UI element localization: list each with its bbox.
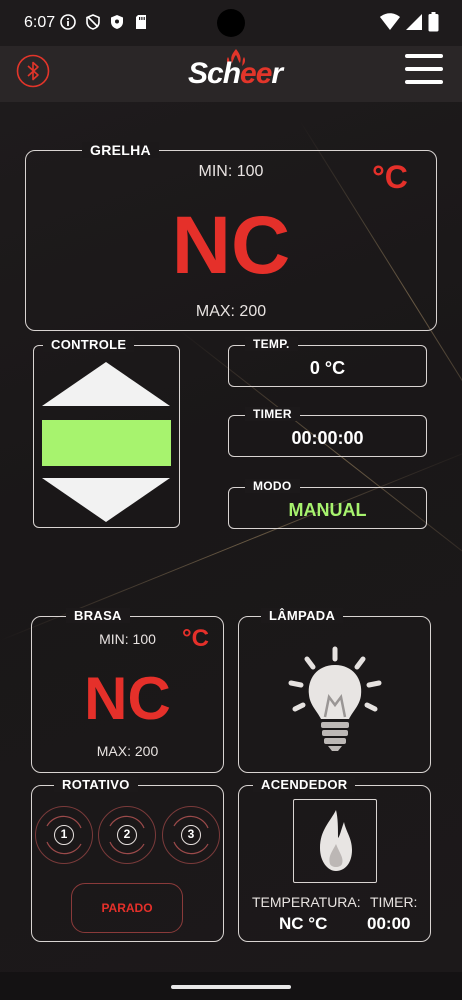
rotativo-panel: ROTATIVO 1 2 3 PARADO [31, 777, 224, 942]
grelha-title: GRELHA [82, 142, 159, 158]
controle-panel: CONTROLE [33, 337, 180, 528]
acendedor-panel: ACENDEDOR TEMPERATURA: TIMER: NC °C 00:0… [238, 777, 431, 942]
modo-box[interactable]: MODO MANUAL [228, 479, 427, 529]
acendedor-timer-value: 00:00 [367, 914, 411, 933]
grelha-value: NC [171, 200, 291, 291]
modo-title: MODO [245, 479, 300, 493]
acendedor-title: ACENDEDOR [253, 777, 356, 792]
speed-3-label: 3 [181, 825, 201, 845]
grelha-unit: °C [372, 159, 408, 195]
brasa-panel: BRASA MIN: 100 °C NC MAX: 200 [31, 608, 224, 773]
bluetooth-icon[interactable] [16, 54, 50, 88]
info-icon [60, 14, 76, 30]
temp-title: TEMP. [245, 337, 298, 351]
modo-value: MANUAL [288, 500, 367, 520]
arrow-up-button[interactable] [42, 362, 170, 406]
flame-icon [320, 810, 352, 871]
speed-1-label: 1 [54, 825, 74, 845]
lampada-title: LÂMPADA [261, 608, 344, 623]
acendedor-timer-label: TIMER: [370, 894, 418, 910]
controle-title: CONTROLE [43, 337, 135, 352]
control-bar [42, 420, 171, 466]
logo-text-part: r [271, 57, 283, 90]
timer-box: TIMER 00:00:00 [228, 407, 427, 457]
brasa-unit: °C [182, 625, 209, 652]
hamburger-menu-icon[interactable] [405, 54, 443, 86]
ignition-button[interactable] [293, 799, 377, 883]
timer-value: 00:00:00 [291, 428, 364, 448]
brasa-max-label: MAX: 200 [96, 743, 159, 759]
logo-text-part: Sch [188, 57, 241, 90]
app-logo: Scheer [188, 57, 283, 91]
rotation-speed-3-button[interactable]: 3 [162, 806, 220, 864]
grelha-max-label: MAX: 200 [195, 303, 267, 320]
temp-box: TEMP. 0 °C [228, 337, 427, 387]
status-time: 6:07 [24, 14, 56, 31]
light-bulb-icon [288, 646, 382, 751]
arrow-down-button[interactable] [42, 478, 170, 522]
brasa-title: BRASA [66, 608, 130, 623]
rotativo-title: ROTATIVO [54, 777, 138, 792]
home-indicator[interactable] [171, 985, 291, 989]
signal-icon [406, 14, 422, 30]
timer-title: TIMER [245, 407, 300, 421]
logo-text-accent: ee [240, 57, 272, 90]
speed-2-label: 2 [117, 825, 137, 845]
shield-off-icon [86, 14, 100, 30]
camera-cutout [217, 9, 245, 37]
shield-icon [111, 15, 123, 29]
parado-button[interactable]: PARADO [71, 883, 183, 933]
acendedor-temp-value: NC °C [279, 914, 328, 933]
rotation-speed-2-button[interactable]: 2 [98, 806, 156, 864]
grelha-panel: GRELHA MIN: 100 °C NC MAX: 200 [25, 142, 437, 331]
rotation-speed-1-button[interactable]: 1 [35, 806, 93, 864]
lampada-panel[interactable]: LÂMPADA [238, 608, 431, 773]
acendedor-temp-label: TEMPERATURA: [252, 894, 361, 910]
wifi-icon [380, 13, 400, 30]
temp-value: 0 °C [309, 358, 346, 378]
battery-icon [428, 12, 439, 32]
sd-card-icon [136, 15, 146, 29]
brasa-value: NC [84, 665, 171, 732]
